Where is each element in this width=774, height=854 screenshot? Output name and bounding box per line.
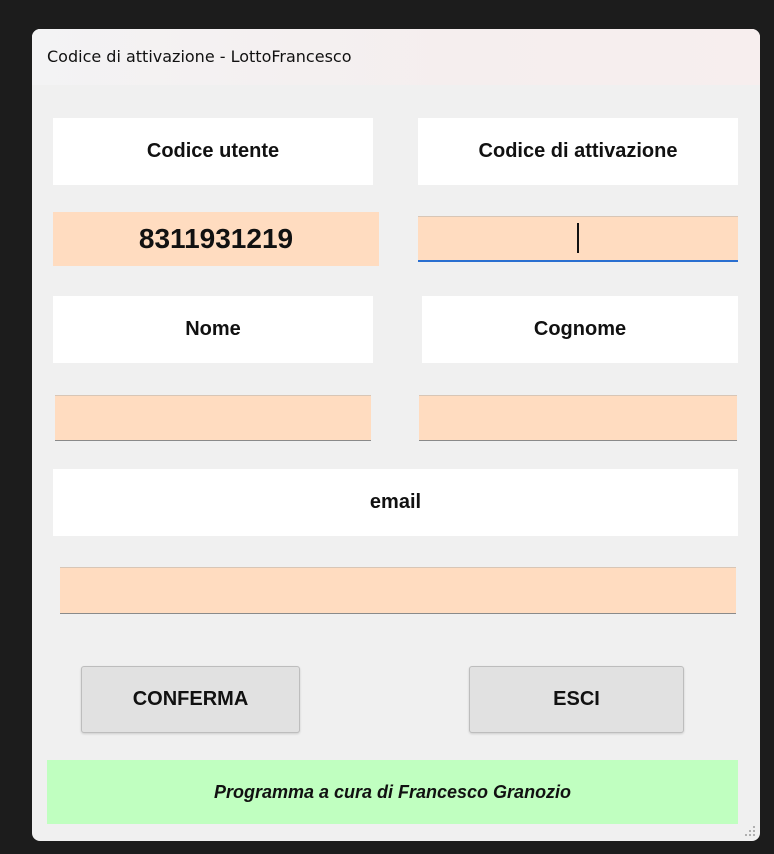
title-bar[interactable]: Codice di attivazione - LottoFrancesco <box>32 29 760 85</box>
window-title: Codice di attivazione - LottoFrancesco <box>47 47 352 66</box>
nome-label: Nome <box>53 296 373 363</box>
codice-attivazione-label: Codice di attivazione <box>418 118 738 185</box>
conferma-button[interactable]: CONFERMA <box>81 666 300 733</box>
nome-input[interactable] <box>55 395 371 441</box>
activation-window: Codice di attivazione - LottoFrancesco C… <box>32 29 760 841</box>
email-input[interactable] <box>60 567 736 614</box>
text-caret <box>577 223 579 253</box>
cognome-input[interactable] <box>419 395 737 441</box>
esci-button[interactable]: ESCI <box>469 666 684 733</box>
codice-utente-label: Codice utente <box>53 118 373 185</box>
cognome-label: Cognome <box>422 296 738 363</box>
resize-grip-icon[interactable] <box>744 825 756 837</box>
codice-utente-value: 8311931219 <box>53 212 379 266</box>
credit-footer: Programma a cura di Francesco Granozio <box>47 760 738 824</box>
email-label: email <box>53 469 738 536</box>
